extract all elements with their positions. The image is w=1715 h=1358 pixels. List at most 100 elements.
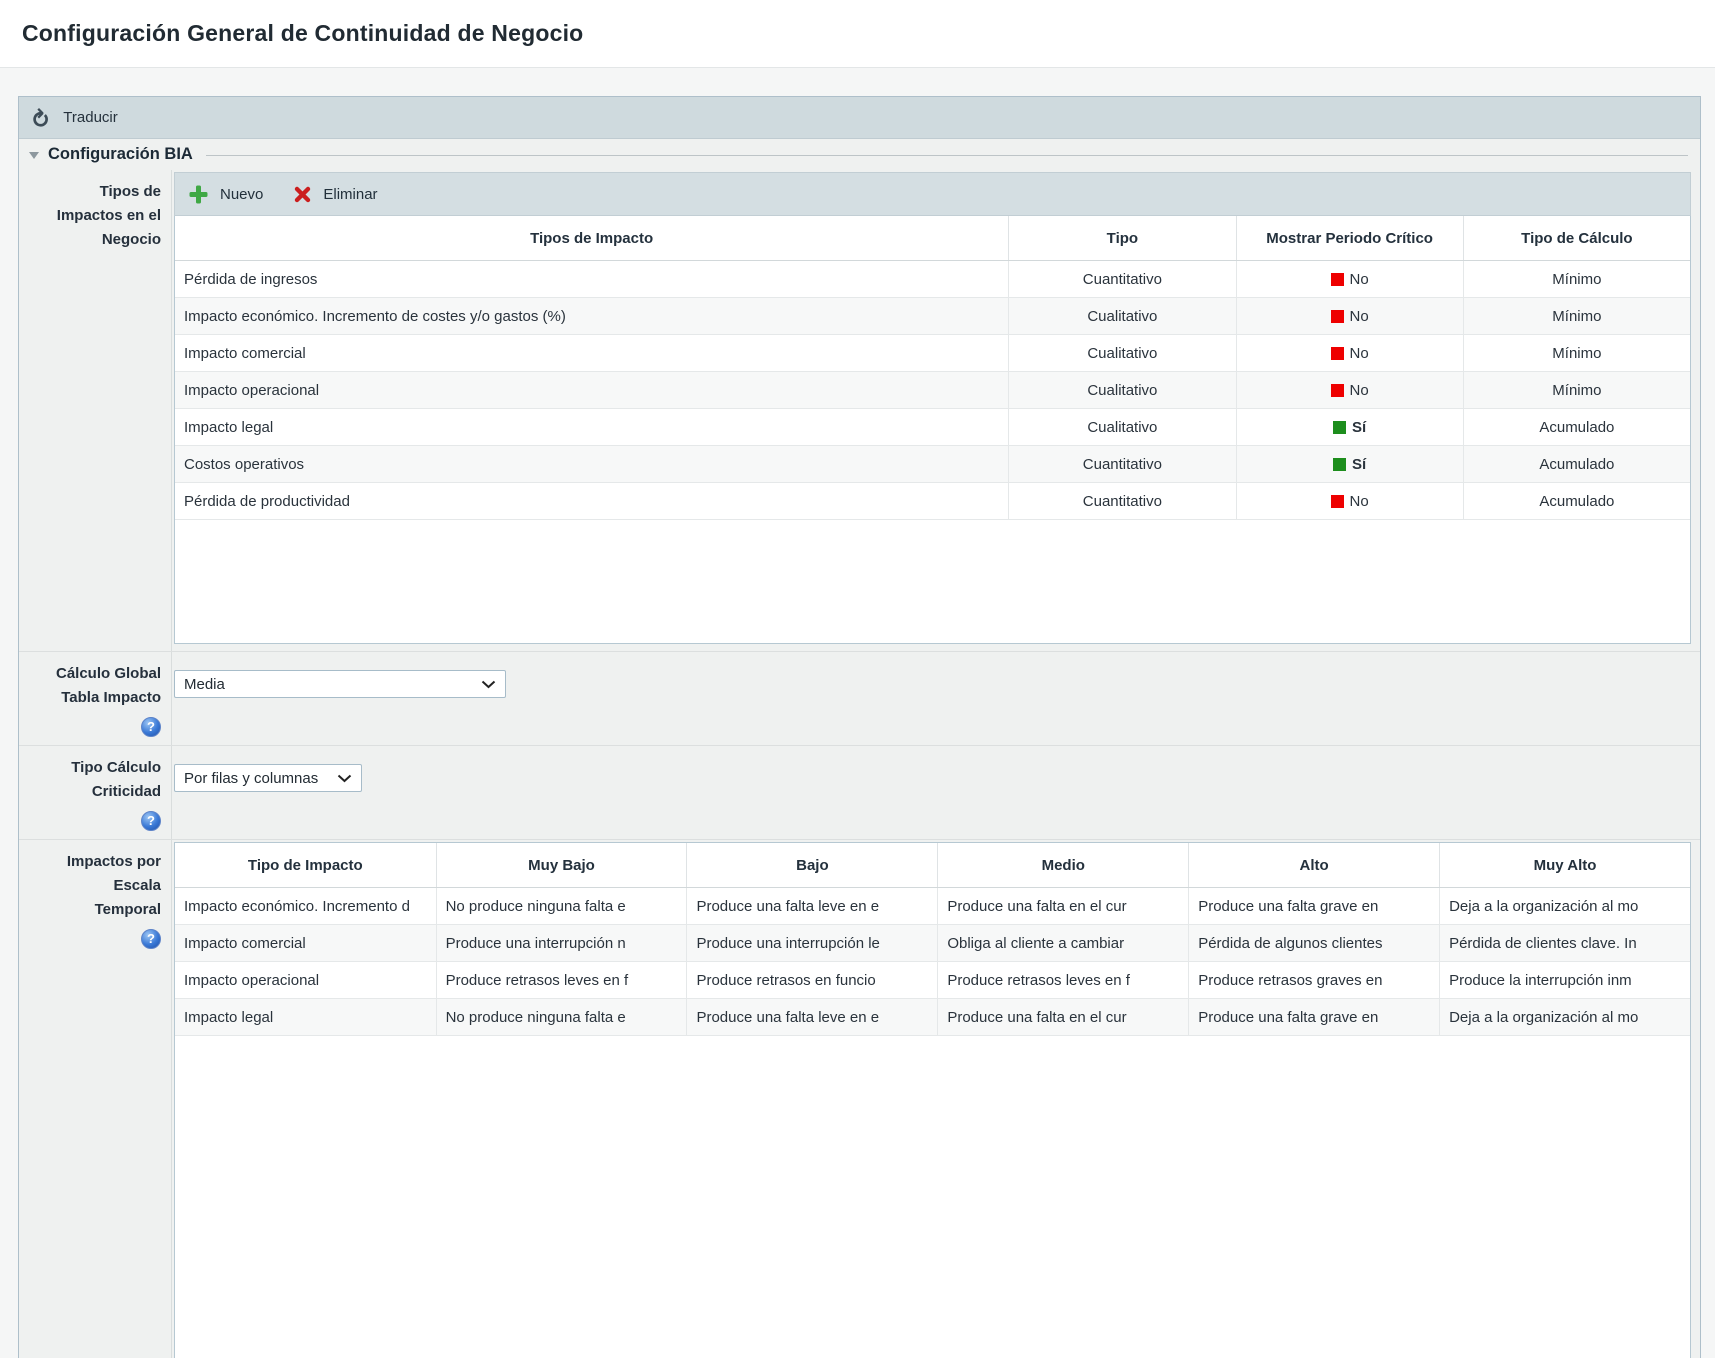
- cell-periodo-critico: No: [1236, 483, 1463, 519]
- status-square-red: [1331, 384, 1344, 397]
- cell-periodo-critico: No: [1236, 261, 1463, 297]
- global-calc-label-block: Cálculo Global Tabla Impacto ?: [19, 652, 171, 745]
- global-calc-select[interactable]: Media: [174, 670, 506, 698]
- question-mark-icon[interactable]: ?: [141, 717, 161, 737]
- cell-impact-name: Impacto operacional: [175, 372, 1008, 408]
- cell: Impacto legal: [175, 999, 436, 1035]
- cell: Produce una interrupción le: [686, 925, 937, 961]
- temporal-impacts-content: Tipo de Impacto Muy Bajo Bajo Medio Alto…: [171, 840, 1700, 1358]
- table-row[interactable]: Pérdida de productividad Cuantitativo No…: [175, 483, 1690, 520]
- impact-types-table-header: Tipos de Impacto Tipo Mostrar Periodo Cr…: [175, 216, 1690, 261]
- cell-calculo: Acumulado: [1463, 409, 1690, 445]
- table-empty-area: [175, 1036, 1690, 1358]
- page-body: ⟳ Traducir Configuración BIA Tipos de Im…: [0, 68, 1715, 1358]
- cell: Produce retrasos en funcio: [686, 962, 937, 998]
- cell: No produce ninguna falta e: [436, 888, 687, 924]
- column-header: Tipo: [1008, 216, 1235, 260]
- cell: Obliga al cliente a cambiar: [937, 925, 1188, 961]
- cell-tipo: Cuantitativo: [1008, 483, 1235, 519]
- section-rule: [206, 155, 1688, 156]
- column-header: Mostrar Periodo Crítico: [1236, 216, 1463, 260]
- page-title: Configuración General de Continuidad de …: [22, 20, 583, 47]
- form-row-impact-types: Tipos de Impactos en el Negocio Nuevo: [19, 170, 1700, 651]
- cell: No produce ninguna falta e: [436, 999, 687, 1035]
- chevron-down-icon: [481, 680, 496, 689]
- cell-periodo-critico: No: [1236, 298, 1463, 334]
- cell: Produce retrasos leves en f: [937, 962, 1188, 998]
- cell-impact-name: Impacto legal: [175, 409, 1008, 445]
- cell-impact-name: Pérdida de productividad: [175, 483, 1008, 519]
- status-square-red: [1331, 347, 1344, 360]
- question-mark-icon[interactable]: ?: [141, 811, 161, 831]
- form-row-criticality-calc: Tipo Cálculo Criticidad ? Por filas y co…: [19, 745, 1700, 839]
- global-calc-content: Media: [171, 652, 1700, 745]
- cell-periodo-critico: No: [1236, 335, 1463, 371]
- criticality-calc-selected-value: Por filas y columnas: [184, 770, 318, 787]
- cell: Impacto operacional: [175, 962, 436, 998]
- cell-calculo: Mínimo: [1463, 372, 1690, 408]
- table-row[interactable]: Costos operativos Cuantitativo Sí Acumul…: [175, 446, 1690, 483]
- cell-periodo-critico: No: [1236, 372, 1463, 408]
- temporal-impacts-table-header: Tipo de Impacto Muy Bajo Bajo Medio Alto…: [175, 843, 1690, 888]
- column-header: Medio: [937, 843, 1188, 887]
- cell-tipo: Cualitativo: [1008, 298, 1235, 334]
- cell: Produce retrasos graves en: [1188, 962, 1439, 998]
- criticality-calc-content: Por filas y columnas: [171, 746, 1700, 839]
- cell-tipo: Cuantitativo: [1008, 446, 1235, 482]
- cell-calculo: Acumulado: [1463, 446, 1690, 482]
- criticality-calc-select[interactable]: Por filas y columnas: [174, 764, 362, 792]
- delete-button[interactable]: Eliminar: [293, 185, 377, 204]
- cell: Impacto económico. Incremento d: [175, 888, 436, 924]
- criticality-calc-label: Tipo Cálculo Criticidad: [71, 759, 161, 800]
- impact-types-table: Tipos de Impacto Tipo Mostrar Periodo Cr…: [174, 216, 1691, 644]
- cell-tipo: Cualitativo: [1008, 409, 1235, 445]
- cell-impact-name: Costos operativos: [175, 446, 1008, 482]
- impact-types-content: Nuevo Eliminar Tipos de Impacto: [171, 170, 1700, 651]
- table-row[interactable]: Impacto legal No produce ninguna falta e…: [175, 999, 1690, 1036]
- status-square-red: [1331, 310, 1344, 323]
- form-row-temporal-impacts: Impactos por Escala Temporal ? Tipo de I…: [19, 839, 1700, 1358]
- table-row[interactable]: Impacto comercial Produce una interrupci…: [175, 925, 1690, 962]
- new-button[interactable]: Nuevo: [188, 184, 263, 205]
- column-header: Tipo de Cálculo: [1463, 216, 1690, 260]
- cell-calculo: Mínimo: [1463, 261, 1690, 297]
- chevron-down-icon: [337, 774, 352, 783]
- sync-arrows-icon: ⟳: [31, 108, 54, 127]
- table-row[interactable]: Impacto operacional Cualitativo No Mínim…: [175, 372, 1690, 409]
- cell: Produce la interrupción inm: [1439, 962, 1690, 998]
- cell-periodo-critico: Sí: [1236, 409, 1463, 445]
- cell-impact-name: Impacto comercial: [175, 335, 1008, 371]
- status-square-green: [1333, 421, 1346, 434]
- section-title: Configuración BIA: [48, 145, 193, 164]
- table-empty-area: [175, 520, 1690, 643]
- bia-panel: ⟳ Traducir Configuración BIA Tipos de Im…: [18, 96, 1701, 1358]
- plus-icon: [188, 184, 209, 205]
- cell-tipo: Cualitativo: [1008, 335, 1235, 371]
- question-mark-icon[interactable]: ?: [141, 929, 161, 949]
- translate-label: Traducir: [63, 109, 117, 126]
- cell: Deja a la organización al mo: [1439, 999, 1690, 1035]
- table-row[interactable]: Impacto operacional Produce retrasos lev…: [175, 962, 1690, 999]
- cell-tipo: Cualitativo: [1008, 372, 1235, 408]
- table-row[interactable]: Impacto económico. Incremento d No produ…: [175, 888, 1690, 925]
- table-row[interactable]: Impacto económico. Incremento de costes …: [175, 298, 1690, 335]
- table-row[interactable]: Pérdida de ingresos Cuantitativo No Míni…: [175, 261, 1690, 298]
- column-header: Alto: [1188, 843, 1439, 887]
- cell: Produce una falta leve en e: [686, 888, 937, 924]
- status-square-red: [1331, 495, 1344, 508]
- table-row[interactable]: Impacto comercial Cualitativo No Mínimo: [175, 335, 1690, 372]
- status-square-green: [1333, 458, 1346, 471]
- column-header: Muy Bajo: [436, 843, 687, 887]
- section-header-configuracion-bia[interactable]: Configuración BIA: [19, 139, 1700, 170]
- impact-types-grid-toolbar: Nuevo Eliminar: [174, 172, 1691, 216]
- table-row[interactable]: Impacto legal Cualitativo Sí Acumulado: [175, 409, 1690, 446]
- temporal-impacts-label: Impactos por Escala Temporal: [67, 853, 161, 918]
- translate-button[interactable]: ⟳ Traducir: [19, 97, 1700, 139]
- column-header: Tipos de Impacto: [175, 216, 1008, 260]
- cell: Deja a la organización al mo: [1439, 888, 1690, 924]
- column-header: Bajo: [686, 843, 937, 887]
- criticality-calc-label-block: Tipo Cálculo Criticidad ?: [19, 746, 171, 839]
- cell: Pérdida de clientes clave. In: [1439, 925, 1690, 961]
- cell: Produce una falta grave en: [1188, 888, 1439, 924]
- cell: Impacto comercial: [175, 925, 436, 961]
